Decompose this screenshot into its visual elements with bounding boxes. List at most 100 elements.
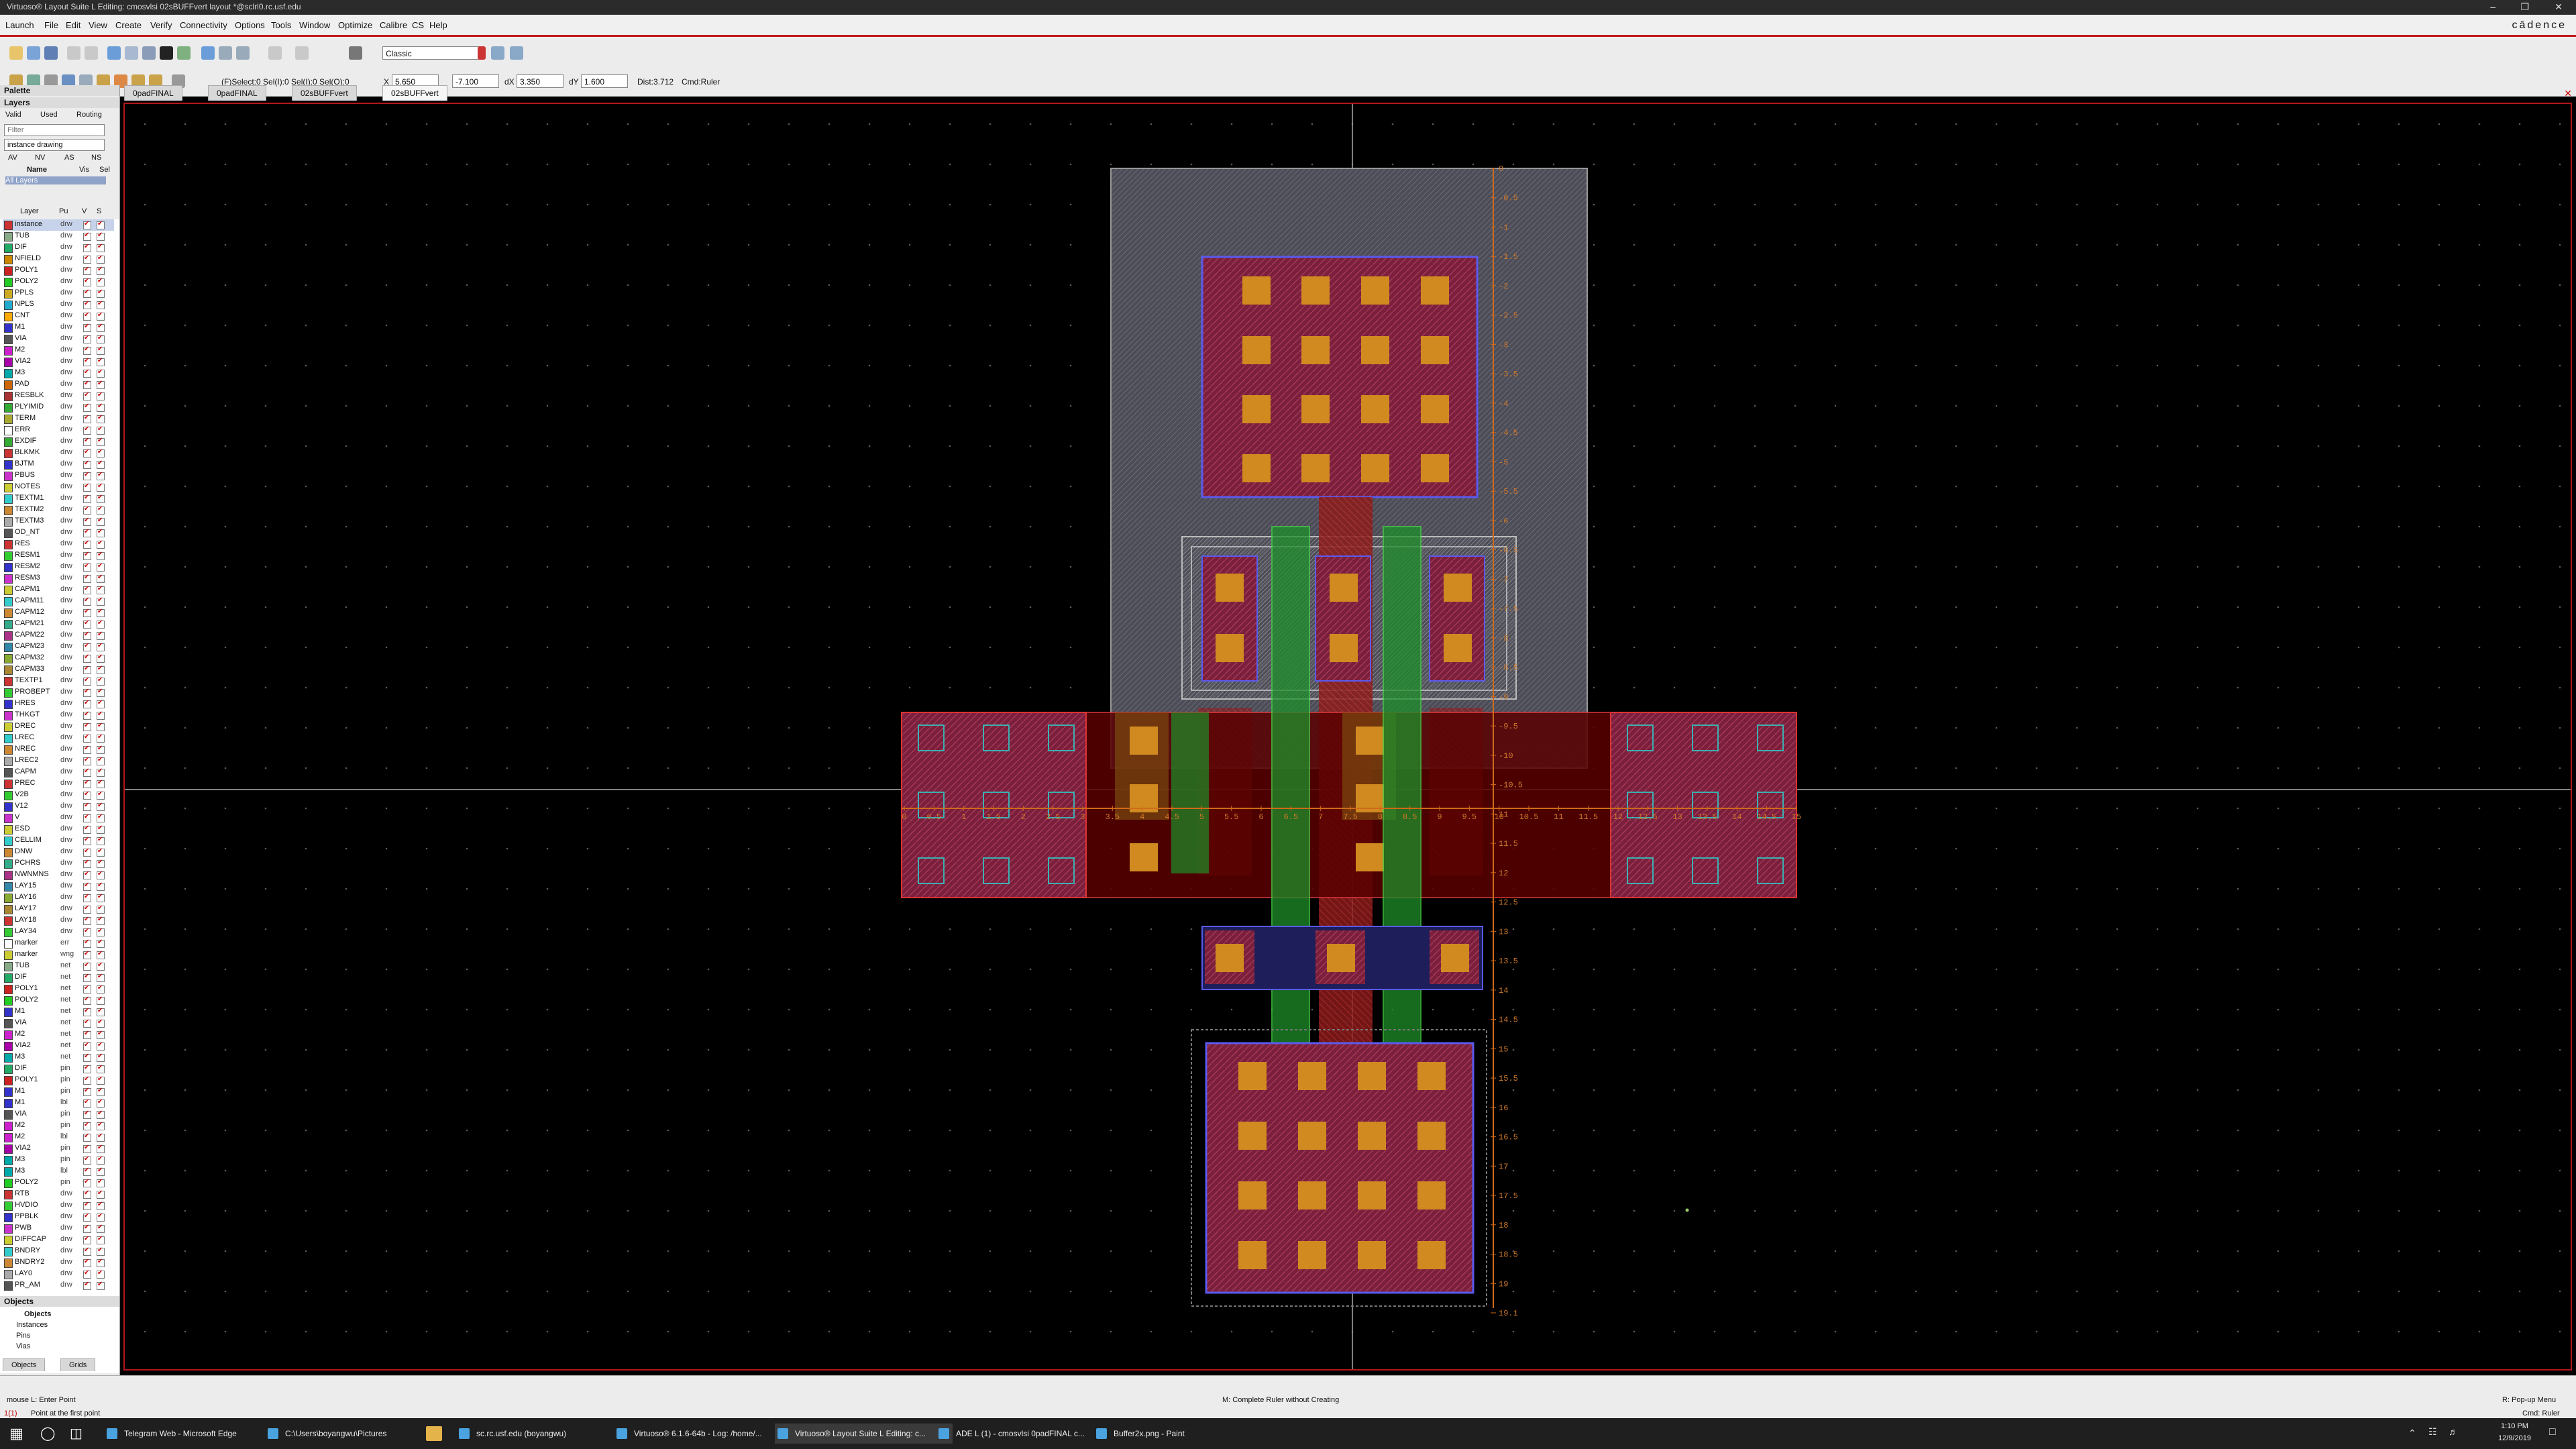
layer-row[interactable]: PPBLK drw bbox=[3, 1212, 114, 1223]
close-tab-icon[interactable]: ✕ bbox=[2564, 88, 2572, 99]
layer-selectable-checkbox[interactable] bbox=[97, 1053, 105, 1062]
layer-selectable-checkbox[interactable] bbox=[97, 300, 105, 309]
layer-row[interactable]: M3 drw bbox=[3, 368, 114, 379]
layer-row[interactable]: PCHRS drw bbox=[3, 858, 114, 869]
layer-selectable-checkbox[interactable] bbox=[97, 1258, 105, 1267]
layer-row[interactable]: BNDRY drw bbox=[3, 1246, 114, 1257]
layer-selectable-checkbox[interactable] bbox=[97, 904, 105, 914]
layer-visible-checkbox[interactable] bbox=[83, 402, 91, 412]
layer-row[interactable]: DREC drw bbox=[3, 721, 114, 733]
menu-optimize[interactable]: Optimize bbox=[338, 20, 372, 30]
layer-selectable-checkbox[interactable] bbox=[97, 460, 105, 469]
layer-visible-checkbox[interactable] bbox=[83, 859, 91, 868]
task-layout-editor[interactable]: Virtuoso® Layout Suite L Editing: c... bbox=[775, 1424, 953, 1444]
layer-selectable-checkbox[interactable] bbox=[97, 368, 105, 378]
layer-selectable-checkbox[interactable] bbox=[97, 642, 105, 651]
layer-visible-checkbox[interactable] bbox=[83, 1281, 91, 1290]
layer-row[interactable]: PREC drw bbox=[3, 778, 114, 790]
stretch-icon[interactable] bbox=[142, 46, 156, 60]
redo-icon[interactable] bbox=[85, 46, 98, 60]
layer-selectable-checkbox[interactable] bbox=[97, 916, 105, 925]
layer-visible-checkbox[interactable] bbox=[83, 1144, 91, 1153]
layer-selectable-checkbox[interactable] bbox=[97, 1064, 105, 1073]
layer-selectable-checkbox[interactable] bbox=[97, 323, 105, 332]
layer-selectable-checkbox[interactable] bbox=[97, 836, 105, 845]
layer-row[interactable]: CAPM32 drw bbox=[3, 653, 114, 664]
layer-row[interactable]: V2B drw bbox=[3, 790, 114, 801]
task-virtuoso-log[interactable]: Virtuoso® 6.1.6-64b - Log: /home/... bbox=[614, 1424, 788, 1444]
workspace-icon[interactable] bbox=[349, 46, 362, 60]
layer-selectable-checkbox[interactable] bbox=[97, 813, 105, 822]
layer-visible-checkbox[interactable] bbox=[83, 904, 91, 914]
layer-selectable-checkbox[interactable] bbox=[97, 973, 105, 982]
all-layers-row[interactable]: All Layers bbox=[5, 176, 106, 184]
workspace-select[interactable]: Classic bbox=[382, 46, 483, 60]
layer-visible-checkbox[interactable] bbox=[83, 1041, 91, 1051]
workspace-save-icon[interactable] bbox=[491, 46, 504, 60]
layer-row[interactable]: TEXTM1 drw bbox=[3, 493, 114, 504]
layer-selectable-checkbox[interactable] bbox=[97, 984, 105, 994]
layer-row[interactable]: DIFFCAP drw bbox=[3, 1234, 114, 1246]
layer-visible-checkbox[interactable] bbox=[83, 756, 91, 765]
layer-selectable-checkbox[interactable] bbox=[97, 790, 105, 800]
layer-visible-checkbox[interactable] bbox=[83, 938, 91, 948]
layer-row[interactable]: PAD drw bbox=[3, 379, 114, 390]
layer-row[interactable]: M3 pin bbox=[3, 1155, 114, 1166]
layer-selectable-checkbox[interactable] bbox=[97, 927, 105, 936]
layer-visible-checkbox[interactable] bbox=[83, 539, 91, 549]
ruler-icon[interactable] bbox=[295, 46, 309, 60]
objects-vias[interactable]: Vias bbox=[16, 1342, 30, 1350]
layer-selectable-checkbox[interactable] bbox=[97, 437, 105, 446]
layer-visible-checkbox[interactable] bbox=[83, 574, 91, 583]
layer-row[interactable]: BJTM drw bbox=[3, 459, 114, 470]
layer-row[interactable]: M2 lbl bbox=[3, 1132, 114, 1143]
layer-visible-checkbox[interactable] bbox=[83, 1075, 91, 1085]
layer-visible-checkbox[interactable] bbox=[83, 699, 91, 708]
layer-row[interactable]: M1 net bbox=[3, 1006, 114, 1018]
layer-visible-checkbox[interactable] bbox=[83, 984, 91, 994]
layer-row[interactable]: VIA pin bbox=[3, 1109, 114, 1120]
layer-visible-checkbox[interactable] bbox=[83, 1258, 91, 1267]
layer-selectable-checkbox[interactable] bbox=[97, 1178, 105, 1187]
menu-edit[interactable]: Edit bbox=[66, 20, 80, 30]
layer-visible-checkbox[interactable] bbox=[83, 323, 91, 332]
layer-visible-checkbox[interactable] bbox=[83, 653, 91, 663]
layer-visible-checkbox[interactable] bbox=[83, 368, 91, 378]
layer-selectable-checkbox[interactable] bbox=[97, 870, 105, 879]
task-explorer[interactable]: C:\Users\boyangwu\Pictures bbox=[265, 1424, 439, 1444]
layer-row[interactable]: LAY34 drw bbox=[3, 926, 114, 938]
layer-visible-checkbox[interactable] bbox=[83, 722, 91, 731]
layer-visible-checkbox[interactable] bbox=[83, 437, 91, 446]
properties-icon[interactable] bbox=[177, 46, 191, 60]
layer-visible-checkbox[interactable] bbox=[83, 733, 91, 743]
layer-visible-checkbox[interactable] bbox=[83, 824, 91, 834]
layer-selectable-checkbox[interactable] bbox=[97, 767, 105, 777]
layer-visible-checkbox[interactable] bbox=[83, 1178, 91, 1187]
layer-visible-checkbox[interactable] bbox=[83, 551, 91, 560]
layer-row[interactable]: LAY15 drw bbox=[3, 881, 114, 892]
zoom-fit-icon[interactable] bbox=[201, 46, 215, 60]
layer-row[interactable]: RES drw bbox=[3, 539, 114, 550]
layer-row[interactable]: DIF pin bbox=[3, 1063, 114, 1075]
layer-selectable-checkbox[interactable] bbox=[97, 1041, 105, 1051]
layer-row[interactable]: CAPM11 drw bbox=[3, 596, 114, 607]
layer-selectable-checkbox[interactable] bbox=[97, 1087, 105, 1096]
layer-visible-checkbox[interactable] bbox=[83, 334, 91, 343]
clock-date[interactable]: 12/9/2019 bbox=[2498, 1434, 2531, 1442]
tray-chevron-icon[interactable]: ⌃ bbox=[2408, 1428, 2416, 1439]
layer-selectable-checkbox[interactable] bbox=[97, 539, 105, 549]
layer-selectable-checkbox[interactable] bbox=[97, 220, 105, 229]
layer-row[interactable]: LAY17 drw bbox=[3, 904, 114, 915]
layer-row[interactable]: PWB drw bbox=[3, 1223, 114, 1234]
layer-selectable-checkbox[interactable] bbox=[97, 311, 105, 321]
layer-row[interactable]: LREC drw bbox=[3, 733, 114, 744]
layer-visible-checkbox[interactable] bbox=[83, 231, 91, 241]
layer-visible-checkbox[interactable] bbox=[83, 813, 91, 822]
layer-selectable-checkbox[interactable] bbox=[97, 1018, 105, 1028]
layer-selectable-checkbox[interactable] bbox=[97, 881, 105, 891]
layer-visible-checkbox[interactable] bbox=[83, 1246, 91, 1256]
layer-visible-checkbox[interactable] bbox=[83, 688, 91, 697]
layer-visible-checkbox[interactable] bbox=[83, 893, 91, 902]
layer-row[interactable]: marker wng bbox=[3, 949, 114, 961]
layer-selectable-checkbox[interactable] bbox=[97, 414, 105, 423]
